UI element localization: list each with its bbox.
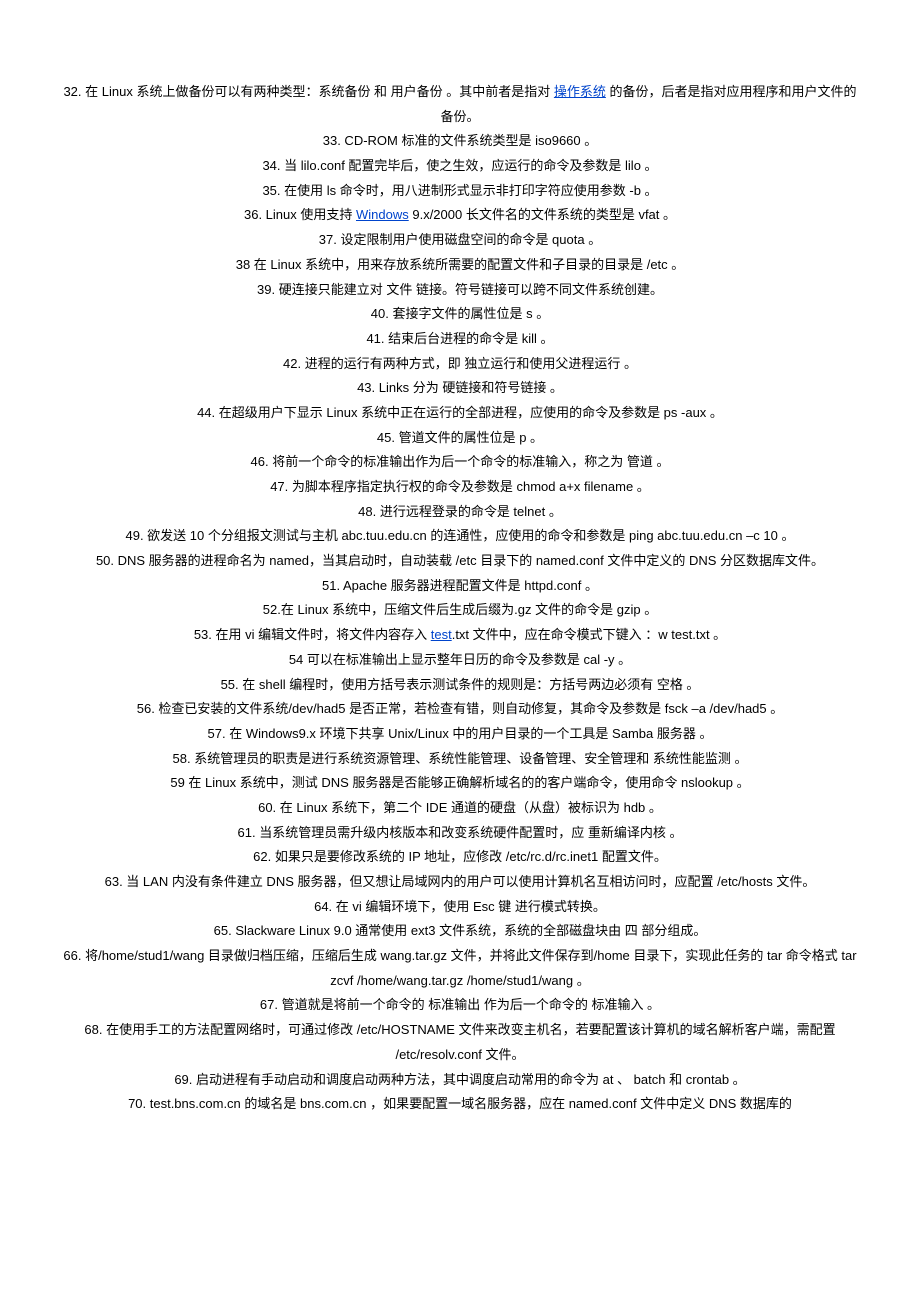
doc-line-35: 35. 在使用 ls 命令时，用八进制形式显示非打印字符应使用参数 -b 。 — [60, 179, 860, 204]
line-text: 65. Slackware Linux 9.0 通常使用 ext3 文件系统，系… — [214, 923, 707, 938]
doc-line-52: 52.在 Linux 系统中，压缩文件后生成后缀为.gz 文件的命令是 gzip… — [60, 598, 860, 623]
line-text: 46. 将前一个命令的标准输出作为后一个命令的标准输入，称之为 管道 。 — [251, 454, 670, 469]
inline-link[interactable]: test — [431, 627, 452, 642]
doc-line-59: 59 在 Linux 系统中，测试 DNS 服务器是否能够正确解析域名的的客户端… — [60, 771, 860, 796]
inline-link[interactable]: Windows — [356, 207, 409, 222]
line-text: 43. Links 分为 硬链接和符号链接 。 — [357, 380, 563, 395]
line-text: 70. test.bns.com.cn 的域名是 bns.com.cn ，如果要… — [128, 1096, 792, 1111]
doc-line-68: 68. 在使用手工的方法配置网络时，可通过修改 /etc/HOSTNAME 文件… — [60, 1018, 860, 1067]
line-text: 39. 硬连接只能建立对 文件 链接。符号链接可以跨不同文件系统创建。 — [257, 282, 663, 297]
doc-line-33: 33. CD-ROM 标准的文件系统类型是 iso9660 。 — [60, 129, 860, 154]
doc-line-57: 57. 在 Windows9.x 环境下共享 Unix/Linux 中的用户目录… — [60, 722, 860, 747]
doc-line-44: 44. 在超级用户下显示 Linux 系统中正在运行的全部进程，应使用的命令及参… — [60, 401, 860, 426]
line-text: 34. 当 lilo.conf 配置完毕后，使之生效，应运行的命令及参数是 li… — [262, 158, 657, 173]
doc-line-32: 32. 在 Linux 系统上做备份可以有两种类型：系统备份 和 用户备份 。其… — [60, 80, 860, 129]
line-text: 60. 在 Linux 系统下，第二个 IDE 通道的硬盘（从盘）被标识为 hd… — [258, 800, 662, 815]
line-text: 55. 在 shell 编程时，使用方括号表示测试条件的规则是：方括号两边必须有… — [221, 677, 700, 692]
doc-line-69: 69. 启动进程有手动启动和调度启动两种方法，其中调度启动常用的命令为 at 、… — [60, 1068, 860, 1093]
line-text: 59 在 Linux 系统中，测试 DNS 服务器是否能够正确解析域名的的客户端… — [170, 775, 749, 790]
doc-line-40: 40. 套接字文件的属性位是 s 。 — [60, 302, 860, 327]
line-text: 47. 为脚本程序指定执行权的命令及参数是 chmod a+x filename… — [270, 479, 650, 494]
line-text: 66. 将/home/stud1/wang 目录做归档压缩，压缩后生成 wang… — [63, 948, 856, 988]
line-text: 38 在 Linux 系统中，用来存放系统所需要的配置文件和子目录的目录是 /e… — [236, 257, 685, 272]
doc-line-45: 45. 管道文件的属性位是 p 。 — [60, 426, 860, 451]
doc-line-58: 58. 系统管理员的职责是进行系统资源管理、系统性能管理、设备管理、安全管理和 … — [60, 747, 860, 772]
line-text: 32. 在 Linux 系统上做备份可以有两种类型：系统备份 和 用户备份 。其… — [63, 84, 553, 99]
line-text: 51. Apache 服务器进程配置文件是 httpd.conf 。 — [322, 578, 598, 593]
doc-line-67: 67. 管道就是将前一个命令的 标准输出 作为后一个命令的 标准输入 。 — [60, 993, 860, 1018]
line-text: 63. 当 LAN 内没有条件建立 DNS 服务器，但又想让局域网内的用户可以使… — [105, 874, 816, 889]
line-text: 61. 当系统管理员需升级内核版本和改变系统硬件配置时，应 重新编译内核 。 — [238, 825, 683, 840]
line-text: 68. 在使用手工的方法配置网络时，可通过修改 /etc/HOSTNAME 文件… — [84, 1022, 835, 1062]
line-text: 49. 欲发送 10 个分组报文测试与主机 abc.tuu.edu.cn 的连通… — [126, 528, 795, 543]
doc-line-49: 49. 欲发送 10 个分组报文测试与主机 abc.tuu.edu.cn 的连通… — [60, 524, 860, 549]
doc-line-43: 43. Links 分为 硬链接和符号链接 。 — [60, 376, 860, 401]
doc-line-70: 70. test.bns.com.cn 的域名是 bns.com.cn ，如果要… — [60, 1092, 860, 1117]
doc-line-65: 65. Slackware Linux 9.0 通常使用 ext3 文件系统，系… — [60, 919, 860, 944]
line-text: 52.在 Linux 系统中，压缩文件后生成后缀为.gz 文件的命令是 gzip… — [263, 602, 657, 617]
inline-link[interactable]: 操作系统 — [554, 84, 606, 99]
doc-line-34: 34. 当 lilo.conf 配置完毕后，使之生效，应运行的命令及参数是 li… — [60, 154, 860, 179]
doc-line-50: 50. DNS 服务器的进程命名为 named，当其启动时，自动装载 /etc … — [60, 549, 860, 574]
line-text-post: .txt 文件中，应在命令模式下键入 ：w test.txt 。 — [452, 627, 726, 642]
doc-line-42: 42. 进程的运行有两种方式，即 独立运行和使用父进程运行 。 — [60, 352, 860, 377]
doc-line-63: 63. 当 LAN 内没有条件建立 DNS 服务器，但又想让局域网内的用户可以使… — [60, 870, 860, 895]
line-text: 36. Linux 使用支持 — [244, 207, 356, 222]
doc-line-51: 51. Apache 服务器进程配置文件是 httpd.conf 。 — [60, 574, 860, 599]
line-text: 44. 在超级用户下显示 Linux 系统中正在运行的全部进程，应使用的命令及参… — [197, 405, 723, 420]
doc-line-36: 36. Linux 使用支持 Windows 9.x/2000 长文件名的文件系… — [60, 203, 860, 228]
doc-line-54: 54 可以在标准输出上显示整年日历的命令及参数是 cal -y 。 — [60, 648, 860, 673]
doc-line-47: 47. 为脚本程序指定执行权的命令及参数是 chmod a+x filename… — [60, 475, 860, 500]
line-text: 64. 在 vi 编辑环境下，使用 Esc 键 进行模式转换。 — [314, 899, 606, 914]
line-text: 35. 在使用 ls 命令时，用八进制形式显示非打印字符应使用参数 -b 。 — [262, 183, 657, 198]
line-text: 54 可以在标准输出上显示整年日历的命令及参数是 cal -y 。 — [289, 652, 631, 667]
line-text: 50. DNS 服务器的进程命名为 named，当其启动时，自动装载 /etc … — [96, 553, 824, 568]
doc-line-46: 46. 将前一个命令的标准输出作为后一个命令的标准输入，称之为 管道 。 — [60, 450, 860, 475]
doc-line-39: 39. 硬连接只能建立对 文件 链接。符号链接可以跨不同文件系统创建。 — [60, 278, 860, 303]
doc-line-53: 53. 在用 vi 编辑文件时，将文件内容存入 test.txt 文件中，应在命… — [60, 623, 860, 648]
line-text: 56. 检查已安装的文件系统/dev/had5 是否正常，若检查有错，则自动修复… — [137, 701, 784, 716]
line-text: 69. 启动进程有手动启动和调度启动两种方法，其中调度启动常用的命令为 at 、… — [174, 1072, 745, 1087]
line-text: 58. 系统管理员的职责是进行系统资源管理、系统性能管理、设备管理、安全管理和 … — [173, 751, 748, 766]
doc-line-41: 41. 结束后台进程的命令是 kill 。 — [60, 327, 860, 352]
line-text: 62. 如果只是要修改系统的 IP 地址，应修改 /etc/rc.d/rc.in… — [253, 849, 667, 864]
line-text: 53. 在用 vi 编辑文件时，将文件内容存入 — [194, 627, 431, 642]
doc-line-55: 55. 在 shell 编程时，使用方括号表示测试条件的规则是：方括号两边必须有… — [60, 673, 860, 698]
line-text: 48. 进行远程登录的命令是 telnet 。 — [358, 504, 562, 519]
doc-line-56: 56. 检查已安装的文件系统/dev/had5 是否正常，若检查有错，则自动修复… — [60, 697, 860, 722]
line-text: 41. 结束后台进程的命令是 kill 。 — [366, 331, 553, 346]
line-text: 57. 在 Windows9.x 环境下共享 Unix/Linux 中的用户目录… — [208, 726, 713, 741]
doc-line-62: 62. 如果只是要修改系统的 IP 地址，应修改 /etc/rc.d/rc.in… — [60, 845, 860, 870]
document-content: 32. 在 Linux 系统上做备份可以有两种类型：系统备份 和 用户备份 。其… — [60, 80, 860, 1117]
line-text: 40. 套接字文件的属性位是 s 。 — [371, 306, 549, 321]
line-text-post: 9.x/2000 长文件名的文件系统的类型是 vfat 。 — [409, 207, 676, 222]
line-text: 45. 管道文件的属性位是 p 。 — [377, 430, 543, 445]
doc-line-37: 37. 设定限制用户使用磁盘空间的命令是 quota 。 — [60, 228, 860, 253]
doc-line-61: 61. 当系统管理员需升级内核版本和改变系统硬件配置时，应 重新编译内核 。 — [60, 821, 860, 846]
line-text: 42. 进程的运行有两种方式，即 独立运行和使用父进程运行 。 — [283, 356, 637, 371]
line-text: 67. 管道就是将前一个命令的 标准输出 作为后一个命令的 标准输入 。 — [260, 997, 660, 1012]
doc-line-48: 48. 进行远程登录的命令是 telnet 。 — [60, 500, 860, 525]
doc-line-60: 60. 在 Linux 系统下，第二个 IDE 通道的硬盘（从盘）被标识为 hd… — [60, 796, 860, 821]
line-text: 33. CD-ROM 标准的文件系统类型是 iso9660 。 — [323, 133, 598, 148]
line-text: 37. 设定限制用户使用磁盘空间的命令是 quota 。 — [319, 232, 601, 247]
doc-line-66: 66. 将/home/stud1/wang 目录做归档压缩，压缩后生成 wang… — [60, 944, 860, 993]
doc-line-64: 64. 在 vi 编辑环境下，使用 Esc 键 进行模式转换。 — [60, 895, 860, 920]
doc-line-38: 38 在 Linux 系统中，用来存放系统所需要的配置文件和子目录的目录是 /e… — [60, 253, 860, 278]
